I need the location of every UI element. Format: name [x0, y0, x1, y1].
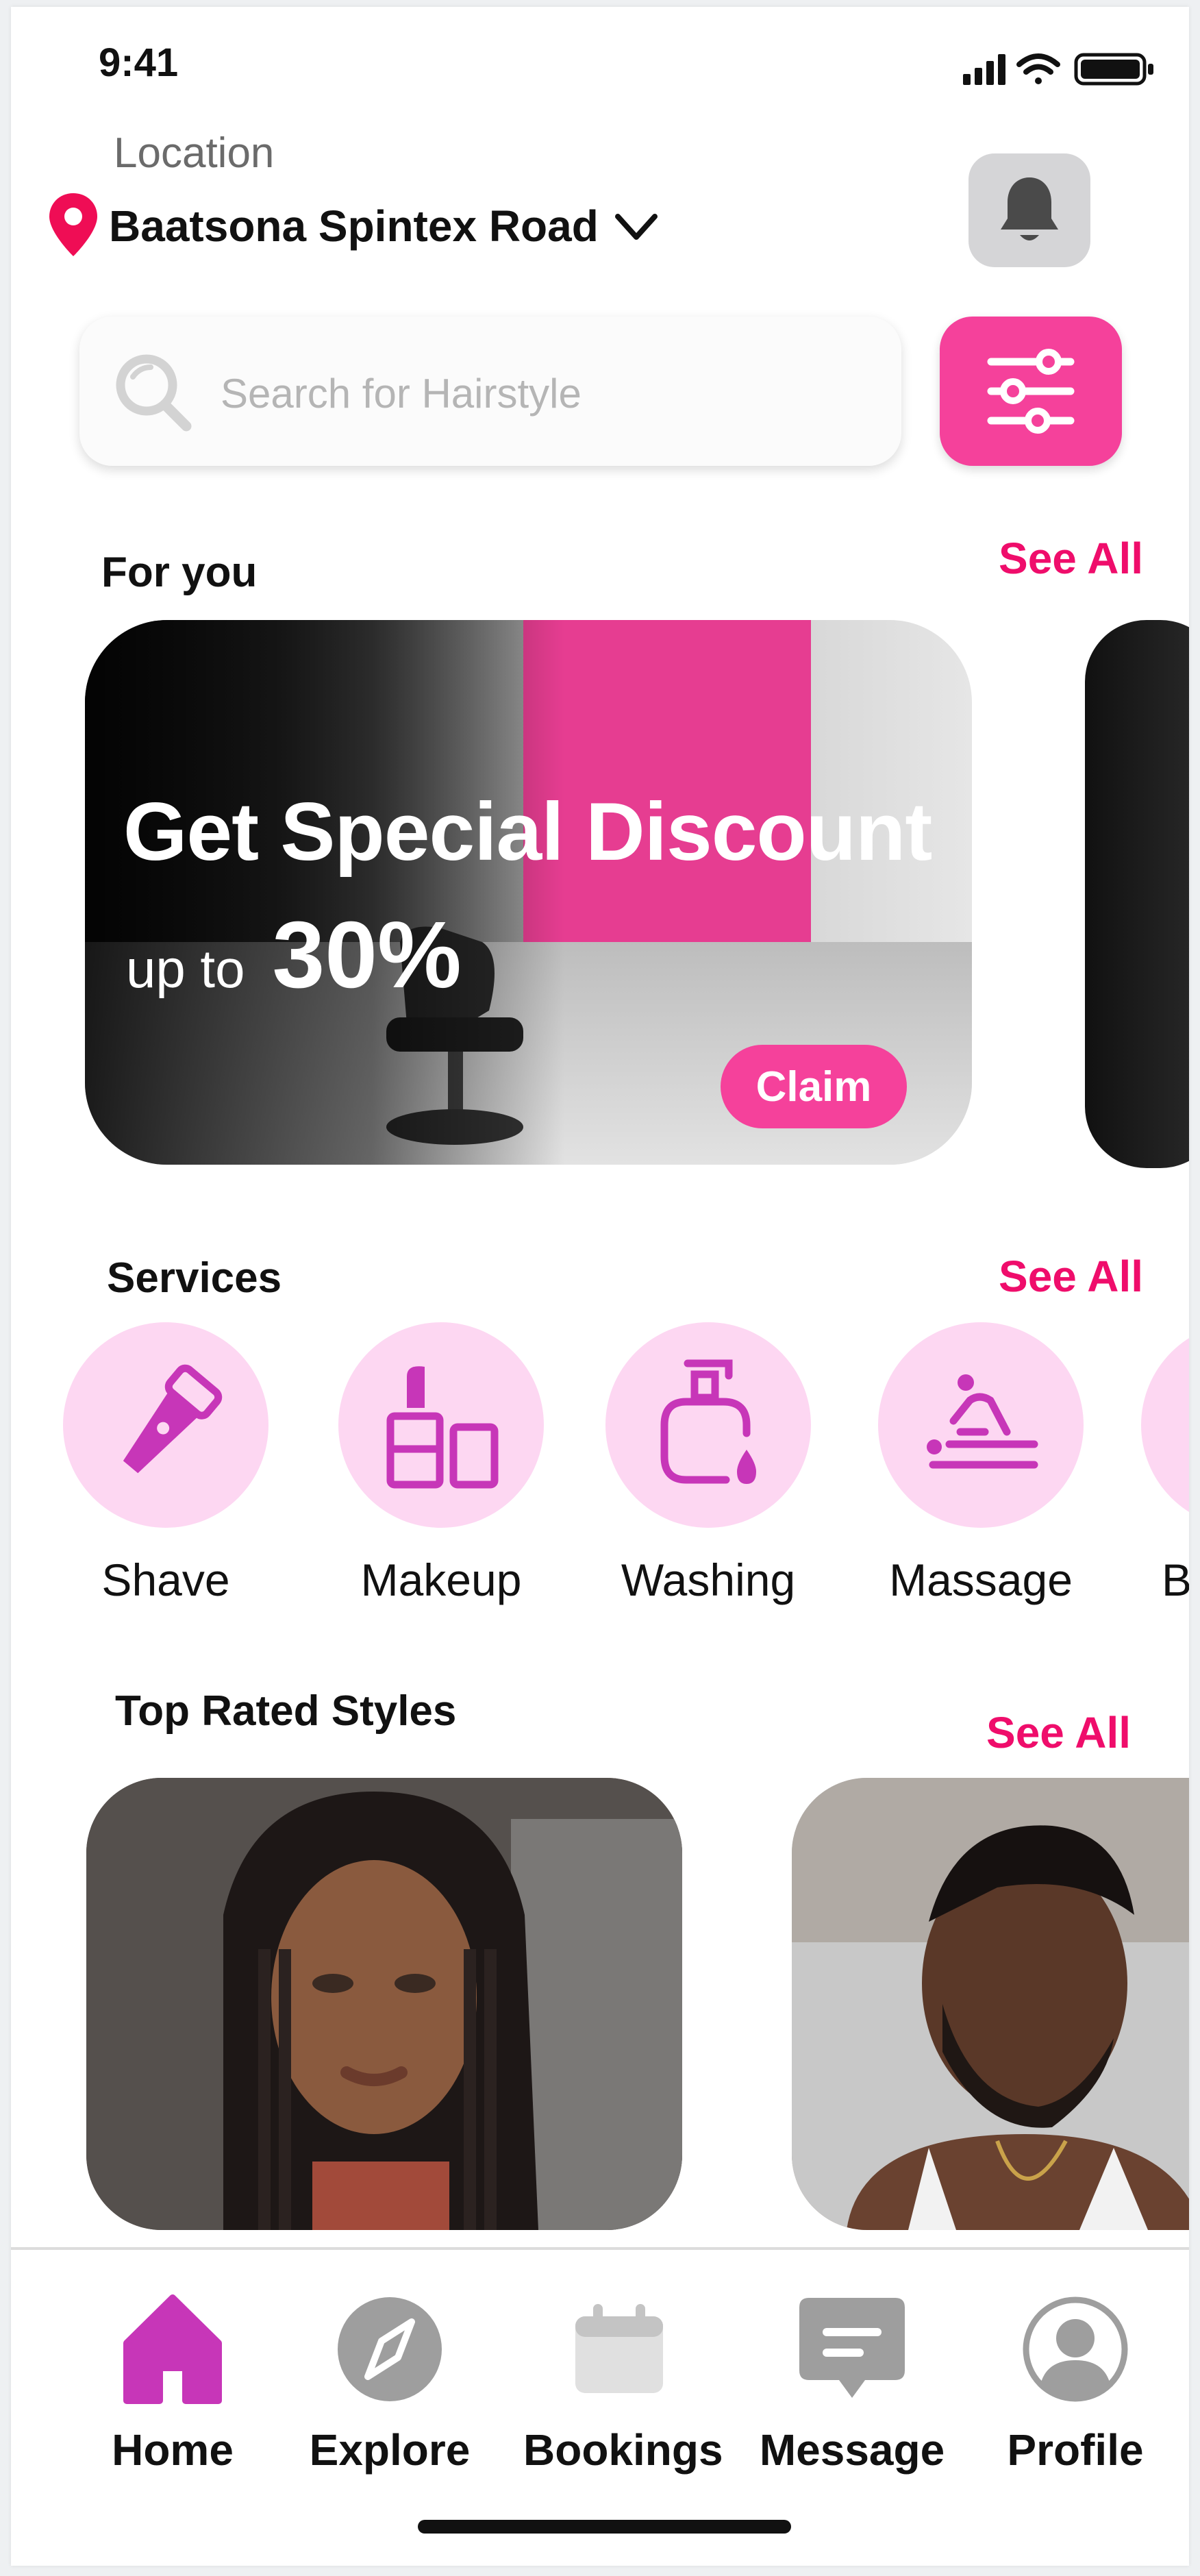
discount-banner[interactable]: Get Special Discount up to 30% Claim [85, 620, 972, 1165]
service-massage-circle [878, 1322, 1084, 1528]
profile-icon [1023, 2296, 1128, 2402]
style-card-braids[interactable] [86, 1778, 682, 2230]
bottom-navigation: Home Explore Bookings Message Profile [11, 2247, 1189, 2566]
service-makeup-circle [338, 1322, 544, 1528]
phone-screen: 9:41 Location Baatsona Spintex Road Sear… [11, 7, 1189, 2566]
calendar-icon [575, 2304, 663, 2393]
nav-label: Home [112, 2425, 234, 2475]
service-partial-circle [1141, 1322, 1189, 1528]
nav-item-home[interactable]: Home [77, 2288, 268, 2475]
filter-sliders-icon [987, 349, 1075, 434]
compass-icon [338, 2297, 442, 2401]
location-pin-icon [49, 193, 97, 256]
next-banner-card[interactable] [1085, 620, 1189, 1168]
nav-message-icon-wrap [790, 2288, 914, 2411]
banner-background-photo [523, 620, 811, 942]
location-value[interactable]: Baatsona Spintex Road [109, 201, 599, 251]
status-icons [963, 53, 1153, 86]
search-placeholder: Search for Hairstyle [221, 371, 582, 417]
services-see-all-link[interactable]: See All [999, 1251, 1143, 1302]
claim-button[interactable]: Claim [721, 1045, 907, 1128]
banner-title: Get Special Discount [123, 786, 932, 878]
service-label: Makeup [360, 1555, 522, 1605]
service-item-partial[interactable]: Br [1141, 1322, 1189, 1606]
shaver-icon [123, 1364, 223, 1474]
banner-upto-text: up to [126, 939, 245, 999]
for-you-title: For you [101, 549, 258, 596]
service-label: Massage [889, 1555, 1073, 1605]
fade-haircut-photo [792, 1778, 1189, 2230]
brush-icon [1182, 1370, 1189, 1480]
notifications-button[interactable] [968, 153, 1090, 267]
home-icon [123, 2294, 222, 2404]
search-field[interactable]: Search for Hairstyle [79, 317, 901, 466]
soap-bottle-icon [660, 1359, 756, 1484]
nav-home-icon-wrap [111, 2288, 234, 2411]
service-label: Br [1162, 1555, 1189, 1605]
lipstick-icon [386, 1366, 499, 1489]
service-item-shave[interactable]: Shave [63, 1322, 268, 1606]
nav-bookings-icon-wrap [558, 2288, 681, 2411]
massage-icon [927, 1374, 1038, 1469]
nav-label: Profile [1007, 2425, 1144, 2475]
nav-item-message[interactable]: Message [756, 2288, 948, 2475]
location-label: Location [114, 129, 275, 177]
service-item-washing[interactable]: Washing [605, 1322, 811, 1606]
nav-label: Explore [309, 2425, 471, 2475]
filter-button[interactable] [940, 317, 1122, 466]
service-washing-circle [605, 1322, 811, 1528]
message-icon [799, 2298, 905, 2398]
nav-explore-icon-wrap [328, 2288, 451, 2411]
battery-icon [1074, 53, 1153, 86]
style-card-fade[interactable] [792, 1778, 1189, 2230]
service-shave-circle [63, 1322, 268, 1528]
service-label: Shave [101, 1555, 230, 1605]
bell-icon [1001, 177, 1058, 240]
service-item-massage[interactable]: Massage [878, 1322, 1084, 1606]
signal-icon [963, 54, 1005, 85]
search-icon [116, 354, 192, 432]
nav-item-profile[interactable]: Profile [979, 2288, 1171, 2475]
home-indicator[interactable] [418, 2520, 791, 2534]
service-item-makeup[interactable]: Makeup [338, 1322, 544, 1606]
nav-item-bookings[interactable]: Bookings [523, 2288, 723, 2475]
nav-label: Message [759, 2425, 945, 2475]
services-title: Services [107, 1254, 282, 1302]
chevron-down-icon[interactable] [614, 211, 659, 244]
braids-photo [86, 1778, 682, 2230]
banner-discount-value: 30% [272, 902, 462, 1008]
top-rated-title: Top Rated Styles [115, 1687, 457, 1735]
nav-label: Bookings [523, 2425, 723, 2475]
banner-subtitle: up to 30% [126, 901, 462, 1010]
status-time: 9:41 [99, 40, 179, 85]
nav-profile-icon-wrap [1014, 2288, 1137, 2411]
banner-gradient-overlay [85, 620, 564, 1165]
service-label: Washing [621, 1555, 796, 1605]
top-rated-see-all-link[interactable]: See All [986, 1707, 1131, 1758]
nav-item-explore[interactable]: Explore [294, 2288, 486, 2475]
wifi-icon [1016, 53, 1060, 84]
for-you-see-all-link[interactable]: See All [999, 533, 1143, 584]
